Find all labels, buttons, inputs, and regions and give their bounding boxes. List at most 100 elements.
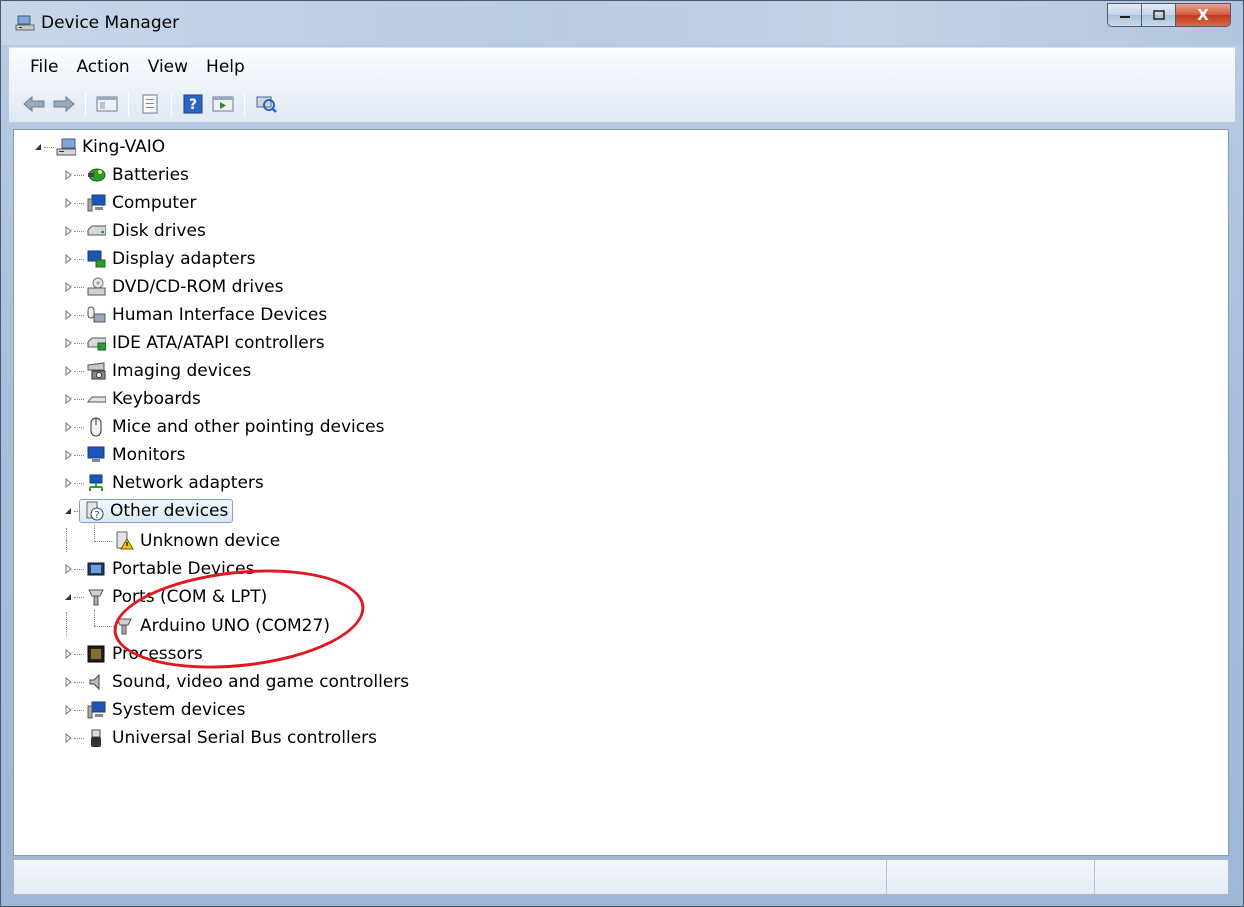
battery-icon — [86, 165, 106, 185]
tree-connector — [94, 524, 95, 541]
tree-item-mice[interactable]: Mice and other pointing devices — [62, 414, 384, 440]
tree-dots — [74, 398, 84, 400]
expand-arrow-icon[interactable] — [62, 281, 74, 293]
tree-dots — [74, 426, 84, 428]
tree-item-batteries[interactable]: Batteries — [62, 162, 189, 188]
tree-item-label: Processors — [112, 644, 203, 664]
expand-arrow-icon[interactable] — [62, 477, 74, 489]
run-icon[interactable] — [210, 91, 236, 117]
expand-arrow-icon[interactable] — [62, 676, 74, 688]
tree-dots — [74, 174, 84, 176]
expand-arrow-icon[interactable] — [62, 648, 74, 660]
tree-dots — [74, 314, 84, 316]
tree-item-ide-controllers[interactable]: IDE ATA/ATAPI controllers — [62, 330, 325, 356]
expand-arrow-icon[interactable] — [62, 421, 74, 433]
collapse-arrow-icon[interactable] — [62, 591, 74, 603]
title-bar[interactable]: Device Manager X — [1, 1, 1243, 45]
device-tree-panel[interactable]: King-VAIO Batteries Computer Disk drives… — [13, 129, 1229, 856]
tree-item-label: Network adapters — [112, 473, 264, 493]
tree-item-monitors[interactable]: Monitors — [62, 442, 185, 468]
toolbar-separator — [85, 91, 86, 116]
forward-icon[interactable] — [51, 91, 77, 117]
expand-arrow-icon[interactable] — [62, 169, 74, 181]
expand-arrow-icon[interactable] — [62, 563, 74, 575]
tree-item-sound-controllers[interactable]: Sound, video and game controllers — [62, 669, 409, 695]
menu-file[interactable]: File — [21, 53, 67, 81]
expand-arrow-icon[interactable] — [62, 197, 74, 209]
expand-arrow-icon[interactable] — [62, 337, 74, 349]
collapse-arrow-icon[interactable] — [32, 141, 44, 153]
menu-action[interactable]: Action — [67, 53, 138, 81]
scan-hardware-icon[interactable] — [253, 91, 279, 117]
tree-connector — [66, 612, 67, 636]
collapse-arrow-icon[interactable] — [62, 505, 74, 517]
tree-item-label: Other devices — [110, 501, 229, 521]
port-icon — [114, 616, 134, 636]
tree-item-usb-controllers[interactable]: Universal Serial Bus controllers — [62, 725, 377, 751]
port-icon — [86, 587, 106, 607]
help-icon[interactable]: ? — [180, 91, 206, 117]
expand-arrow-icon[interactable] — [62, 253, 74, 265]
maximize-button[interactable] — [1141, 3, 1175, 27]
tree-item-label: Portable Devices — [112, 559, 255, 579]
tree-item-label: DVD/CD-ROM drives — [112, 277, 284, 297]
tree-root[interactable]: King-VAIO — [32, 134, 165, 160]
tree-item-system-devices[interactable]: System devices — [62, 697, 246, 723]
tree-item-processors[interactable]: Processors — [62, 641, 203, 667]
tree-item-unknown-device[interactable]: Unknown device — [112, 528, 280, 554]
tree-connector — [66, 528, 67, 552]
tree-item-label: Display adapters — [112, 249, 256, 269]
tree-item-imaging-devices[interactable]: Imaging devices — [62, 358, 251, 384]
system-icon — [86, 700, 106, 720]
device-manager-icon — [15, 13, 35, 33]
tree-item-ports[interactable]: Ports (COM & LPT) — [62, 584, 267, 610]
tree-item-computer[interactable]: Computer — [62, 190, 197, 216]
tree-dots — [74, 286, 84, 288]
tree-item-label: Batteries — [112, 165, 189, 185]
tree-item-portable-devices[interactable]: Portable Devices — [62, 556, 255, 582]
tree-item-human-interface-devices[interactable]: Human Interface Devices — [62, 302, 327, 328]
tree-dots — [74, 202, 84, 204]
tree-dots — [74, 737, 84, 739]
window-title: Device Manager — [41, 13, 180, 33]
expand-arrow-icon[interactable] — [62, 365, 74, 377]
menu-bar: File Action View Help — [9, 47, 1235, 85]
tree-dots — [74, 596, 84, 598]
tree-item-label: Imaging devices — [112, 361, 252, 381]
menu-help[interactable]: Help — [197, 53, 254, 81]
display-adapter-icon — [86, 249, 106, 269]
menu-view[interactable]: View — [139, 53, 197, 81]
tree-item-other-devices[interactable]: ? Other devices — [62, 498, 234, 524]
network-icon — [86, 473, 106, 493]
dvd-drive-icon — [86, 277, 106, 297]
expand-arrow-icon[interactable] — [62, 393, 74, 405]
expand-arrow-icon[interactable] — [62, 449, 74, 461]
properties-icon[interactable] — [137, 91, 163, 117]
tree-item-dvd-drives[interactable]: DVD/CD-ROM drives — [62, 274, 283, 300]
status-divider — [886, 860, 887, 894]
tree-item-arduino-uno[interactable]: Arduino UNO (COM27) — [112, 613, 330, 639]
hid-icon — [86, 305, 106, 325]
tree-connector — [94, 610, 95, 626]
back-icon[interactable] — [21, 91, 47, 117]
tree-dots — [74, 230, 84, 232]
tree-dots — [74, 454, 84, 456]
tree-dots — [74, 370, 84, 372]
tree-item-keyboards[interactable]: Keyboards — [62, 386, 201, 412]
expand-arrow-icon[interactable] — [62, 704, 74, 716]
toolbar: ? — [9, 85, 1235, 123]
status-bar — [13, 859, 1229, 895]
tree-item-disk-drives[interactable]: Disk drives — [62, 218, 206, 244]
expand-arrow-icon[interactable] — [62, 225, 74, 237]
tree-dots — [44, 146, 54, 148]
tree-item-display-adapters[interactable]: Display adapters — [62, 246, 255, 272]
expand-arrow-icon[interactable] — [62, 732, 74, 744]
expand-arrow-icon[interactable] — [62, 309, 74, 321]
tree-item-label: Disk drives — [112, 221, 206, 241]
show-hide-tree-icon[interactable] — [94, 91, 120, 117]
minimize-button[interactable] — [1107, 3, 1141, 27]
close-button[interactable]: X — [1175, 3, 1231, 27]
toolbar-separator — [244, 91, 245, 116]
usb-icon — [86, 728, 106, 748]
tree-item-network-adapters[interactable]: Network adapters — [62, 470, 264, 496]
